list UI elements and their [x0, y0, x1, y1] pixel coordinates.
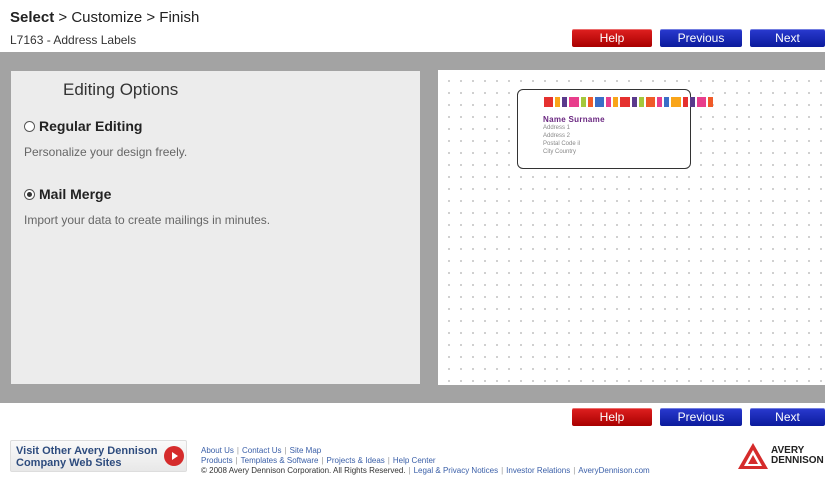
help-button-bottom[interactable]: Help	[572, 408, 652, 426]
label-preview[interactable]: Name Surname Address 1 Address 2 Postal …	[517, 89, 714, 169]
stripe-segment	[613, 97, 619, 107]
footer-link[interactable]: Help Center	[393, 456, 436, 465]
logo-line2: DENNISON	[771, 455, 824, 466]
footer-link[interactable]: Investor Relations	[506, 466, 570, 475]
next-button-bottom[interactable]: Next	[750, 408, 825, 426]
play-icon[interactable]	[164, 446, 184, 466]
footer-link[interactable]: Products	[201, 456, 233, 465]
stripe-segment	[682, 97, 688, 107]
label-name: Name Surname	[543, 115, 605, 124]
help-button-top[interactable]: Help	[572, 29, 652, 47]
stripe-segment	[606, 97, 612, 107]
label-address1: Address 1	[543, 125, 571, 131]
footer-link[interactable]: Projects & Ideas	[327, 456, 385, 465]
visit-line2: Company Web Sites	[16, 457, 122, 469]
stripe-segment	[671, 97, 681, 107]
stripe-segment	[562, 97, 568, 107]
copyright-text: © 2008 Avery Dennison Corporation. All R…	[201, 466, 406, 475]
mail-merge-radio[interactable]	[24, 188, 35, 200]
visit-line1: Visit Other Avery Dennison	[16, 445, 158, 457]
label-city: City Country	[543, 149, 577, 155]
step-select: Select	[10, 9, 55, 26]
footer-link[interactable]: Templates & Software	[241, 456, 319, 465]
step-separator: >	[54, 9, 72, 26]
step-finish: Finish	[159, 9, 200, 26]
label-address2: Address 2	[543, 133, 571, 139]
avery-dennison-logo[interactable]: AVERY DENNISON	[737, 440, 825, 470]
stripe-segment	[594, 97, 605, 107]
visit-other-sites-button[interactable]: Visit Other Avery Dennison Company Web Si…	[10, 440, 187, 472]
footer-link[interactable]: Site Map	[290, 446, 322, 455]
previous-button-top[interactable]: Previous	[660, 29, 742, 47]
stripe-segment	[580, 97, 586, 107]
stripe-segment	[664, 97, 670, 107]
stripe-segment	[631, 97, 637, 107]
footer-links-row1: About Us | Contact Us | Site Map	[201, 446, 322, 455]
mail-merge-option[interactable]: Mail Merge	[24, 186, 111, 202]
mail-merge-desc: Import your data to create mailings in m…	[24, 213, 271, 227]
footer-links-row2: Products | Templates & Software | Projects &…	[201, 456, 436, 465]
label-postal: Postal Code il	[543, 141, 581, 147]
footer-link[interactable]: AveryDennison.com	[578, 466, 649, 475]
regular-editing-label[interactable]: Regular Editing	[39, 118, 142, 134]
footer-link[interactable]: Contact Us	[242, 446, 282, 455]
previous-button-bottom[interactable]: Previous	[660, 408, 742, 426]
next-button-top[interactable]: Next	[750, 29, 825, 47]
breadcrumb: Select > Customize > Finish	[10, 9, 199, 26]
stripe-segment	[696, 97, 707, 107]
stripe-segment	[645, 97, 656, 107]
mail-merge-label[interactable]: Mail Merge	[39, 186, 111, 202]
stripe-segment	[587, 97, 593, 107]
stripe-segment	[569, 97, 579, 107]
footer-link[interactable]: About Us	[201, 446, 234, 455]
stripe-segment	[555, 97, 561, 107]
regular-editing-desc: Personalize your design freely.	[24, 145, 188, 159]
stripe-segment	[657, 97, 663, 107]
footer-link[interactable]: Legal & Privacy Notices	[414, 466, 498, 475]
stripe-segment	[638, 97, 644, 107]
step-customize: Customize	[71, 9, 143, 26]
step-separator: >	[142, 9, 160, 26]
regular-editing-option[interactable]: Regular Editing	[24, 118, 142, 134]
footer-links-row3: © 2008 Avery Dennison Corporation. All R…	[201, 466, 650, 475]
product-subtitle: L7163 - Address Labels	[10, 33, 137, 47]
editing-options-title: Editing Options	[63, 80, 179, 99]
logo-triangle-icon	[738, 443, 768, 469]
stripe-segment	[544, 97, 554, 107]
regular-editing-radio[interactable]	[24, 120, 35, 132]
stripe-segment	[620, 97, 630, 107]
stripe-segment	[689, 97, 695, 107]
decorative-stripes	[544, 97, 715, 107]
stripe-segment	[708, 97, 714, 107]
